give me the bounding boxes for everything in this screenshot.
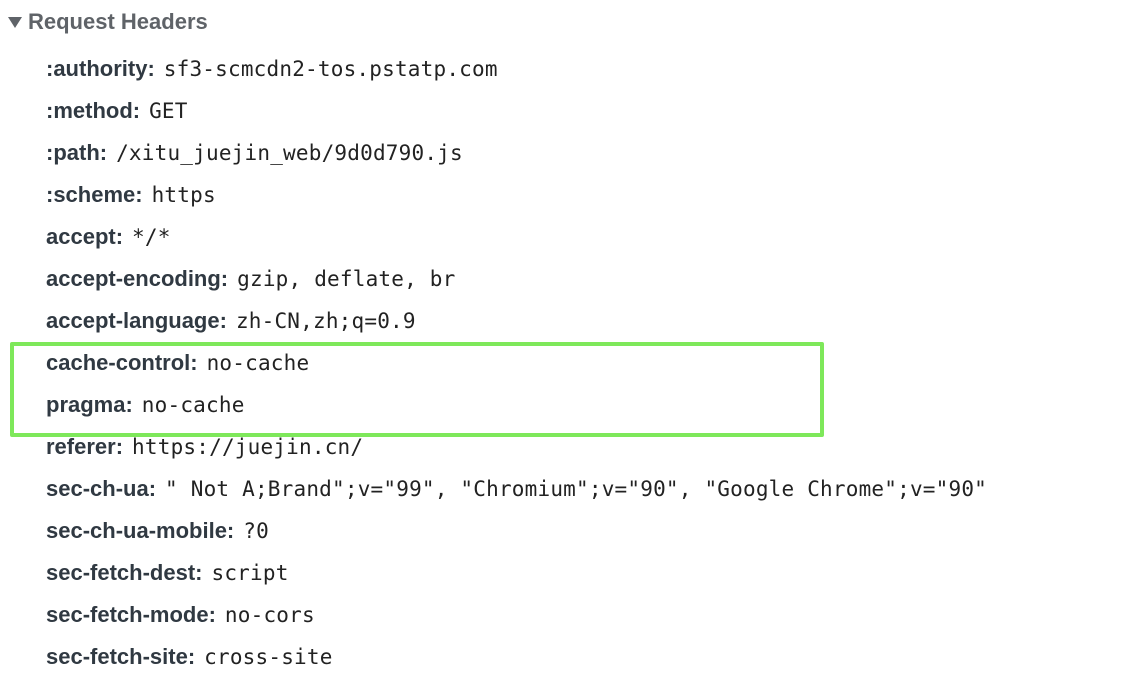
header-row-path: :path: /xitu_juejin_web/9d0d790.js xyxy=(46,132,987,174)
header-row-sec-fetch-site: sec-fetch-site: cross-site xyxy=(46,636,987,678)
header-value: https://juejin.cn/ xyxy=(132,435,364,459)
header-value: no-cors xyxy=(224,603,315,627)
header-value: script xyxy=(211,561,289,585)
header-name: accept-encoding: xyxy=(46,266,229,291)
header-row-sec-ch-ua-mobile: sec-ch-ua-mobile: ?0 xyxy=(46,510,987,552)
triangle-down-icon[interactable] xyxy=(8,17,22,28)
header-value: https xyxy=(151,183,216,207)
request-headers-toggle[interactable]: Request Headers xyxy=(0,0,1126,44)
header-row-referer: referer: https://juejin.cn/ xyxy=(46,426,987,468)
header-value: cross-site xyxy=(204,645,333,669)
header-name: :method: xyxy=(46,98,141,123)
header-value: /xitu_juejin_web/9d0d790.js xyxy=(116,141,463,165)
header-name: sec-ch-ua: xyxy=(46,476,157,501)
request-headers-list: :authority: sf3-scmcdn2-tos.pstatp.com :… xyxy=(46,48,987,678)
header-name: sec-fetch-dest: xyxy=(46,560,203,585)
header-row-accept: accept: */* xyxy=(46,216,987,258)
header-name: :authority: xyxy=(46,56,155,81)
header-value: sf3-scmcdn2-tos.pstatp.com xyxy=(163,57,498,81)
header-name: accept: xyxy=(46,224,124,249)
header-name: accept-language: xyxy=(46,308,227,333)
header-name: sec-ch-ua-mobile: xyxy=(46,518,235,543)
header-row-sec-ch-ua: sec-ch-ua: " Not A;Brand";v="99", "Chrom… xyxy=(46,468,987,510)
header-row-method: :method: GET xyxy=(46,90,987,132)
header-value: ?0 xyxy=(243,519,269,543)
header-row-accept-language: accept-language: zh-CN,zh;q=0.9 xyxy=(46,300,987,342)
header-row-authority: :authority: sf3-scmcdn2-tos.pstatp.com xyxy=(46,48,987,90)
header-row-accept-encoding: accept-encoding: gzip, deflate, br xyxy=(46,258,987,300)
header-value: " Not A;Brand";v="99", "Chromium";v="90"… xyxy=(165,477,988,501)
header-value: no-cache xyxy=(141,393,245,417)
header-value: no-cache xyxy=(206,351,310,375)
header-name: sec-fetch-site: xyxy=(46,644,196,669)
header-row-sec-fetch-dest: sec-fetch-dest: script xyxy=(46,552,987,594)
header-name: sec-fetch-mode: xyxy=(46,602,216,627)
header-value: GET xyxy=(149,99,188,123)
section-title: Request Headers xyxy=(28,9,208,34)
header-name: cache-control: xyxy=(46,350,198,375)
header-name: :scheme: xyxy=(46,182,143,207)
header-value: gzip, deflate, br xyxy=(237,267,456,291)
header-name: referer: xyxy=(46,434,124,459)
header-value: */* xyxy=(132,225,171,249)
header-value: zh-CN,zh;q=0.9 xyxy=(235,309,416,333)
header-row-sec-fetch-mode: sec-fetch-mode: no-cors xyxy=(46,594,987,636)
header-row-pragma: pragma: no-cache xyxy=(46,384,987,426)
header-row-scheme: :scheme: https xyxy=(46,174,987,216)
header-name: pragma: xyxy=(46,392,133,417)
header-name: :path: xyxy=(46,140,108,165)
header-row-cache-control: cache-control: no-cache xyxy=(46,342,987,384)
